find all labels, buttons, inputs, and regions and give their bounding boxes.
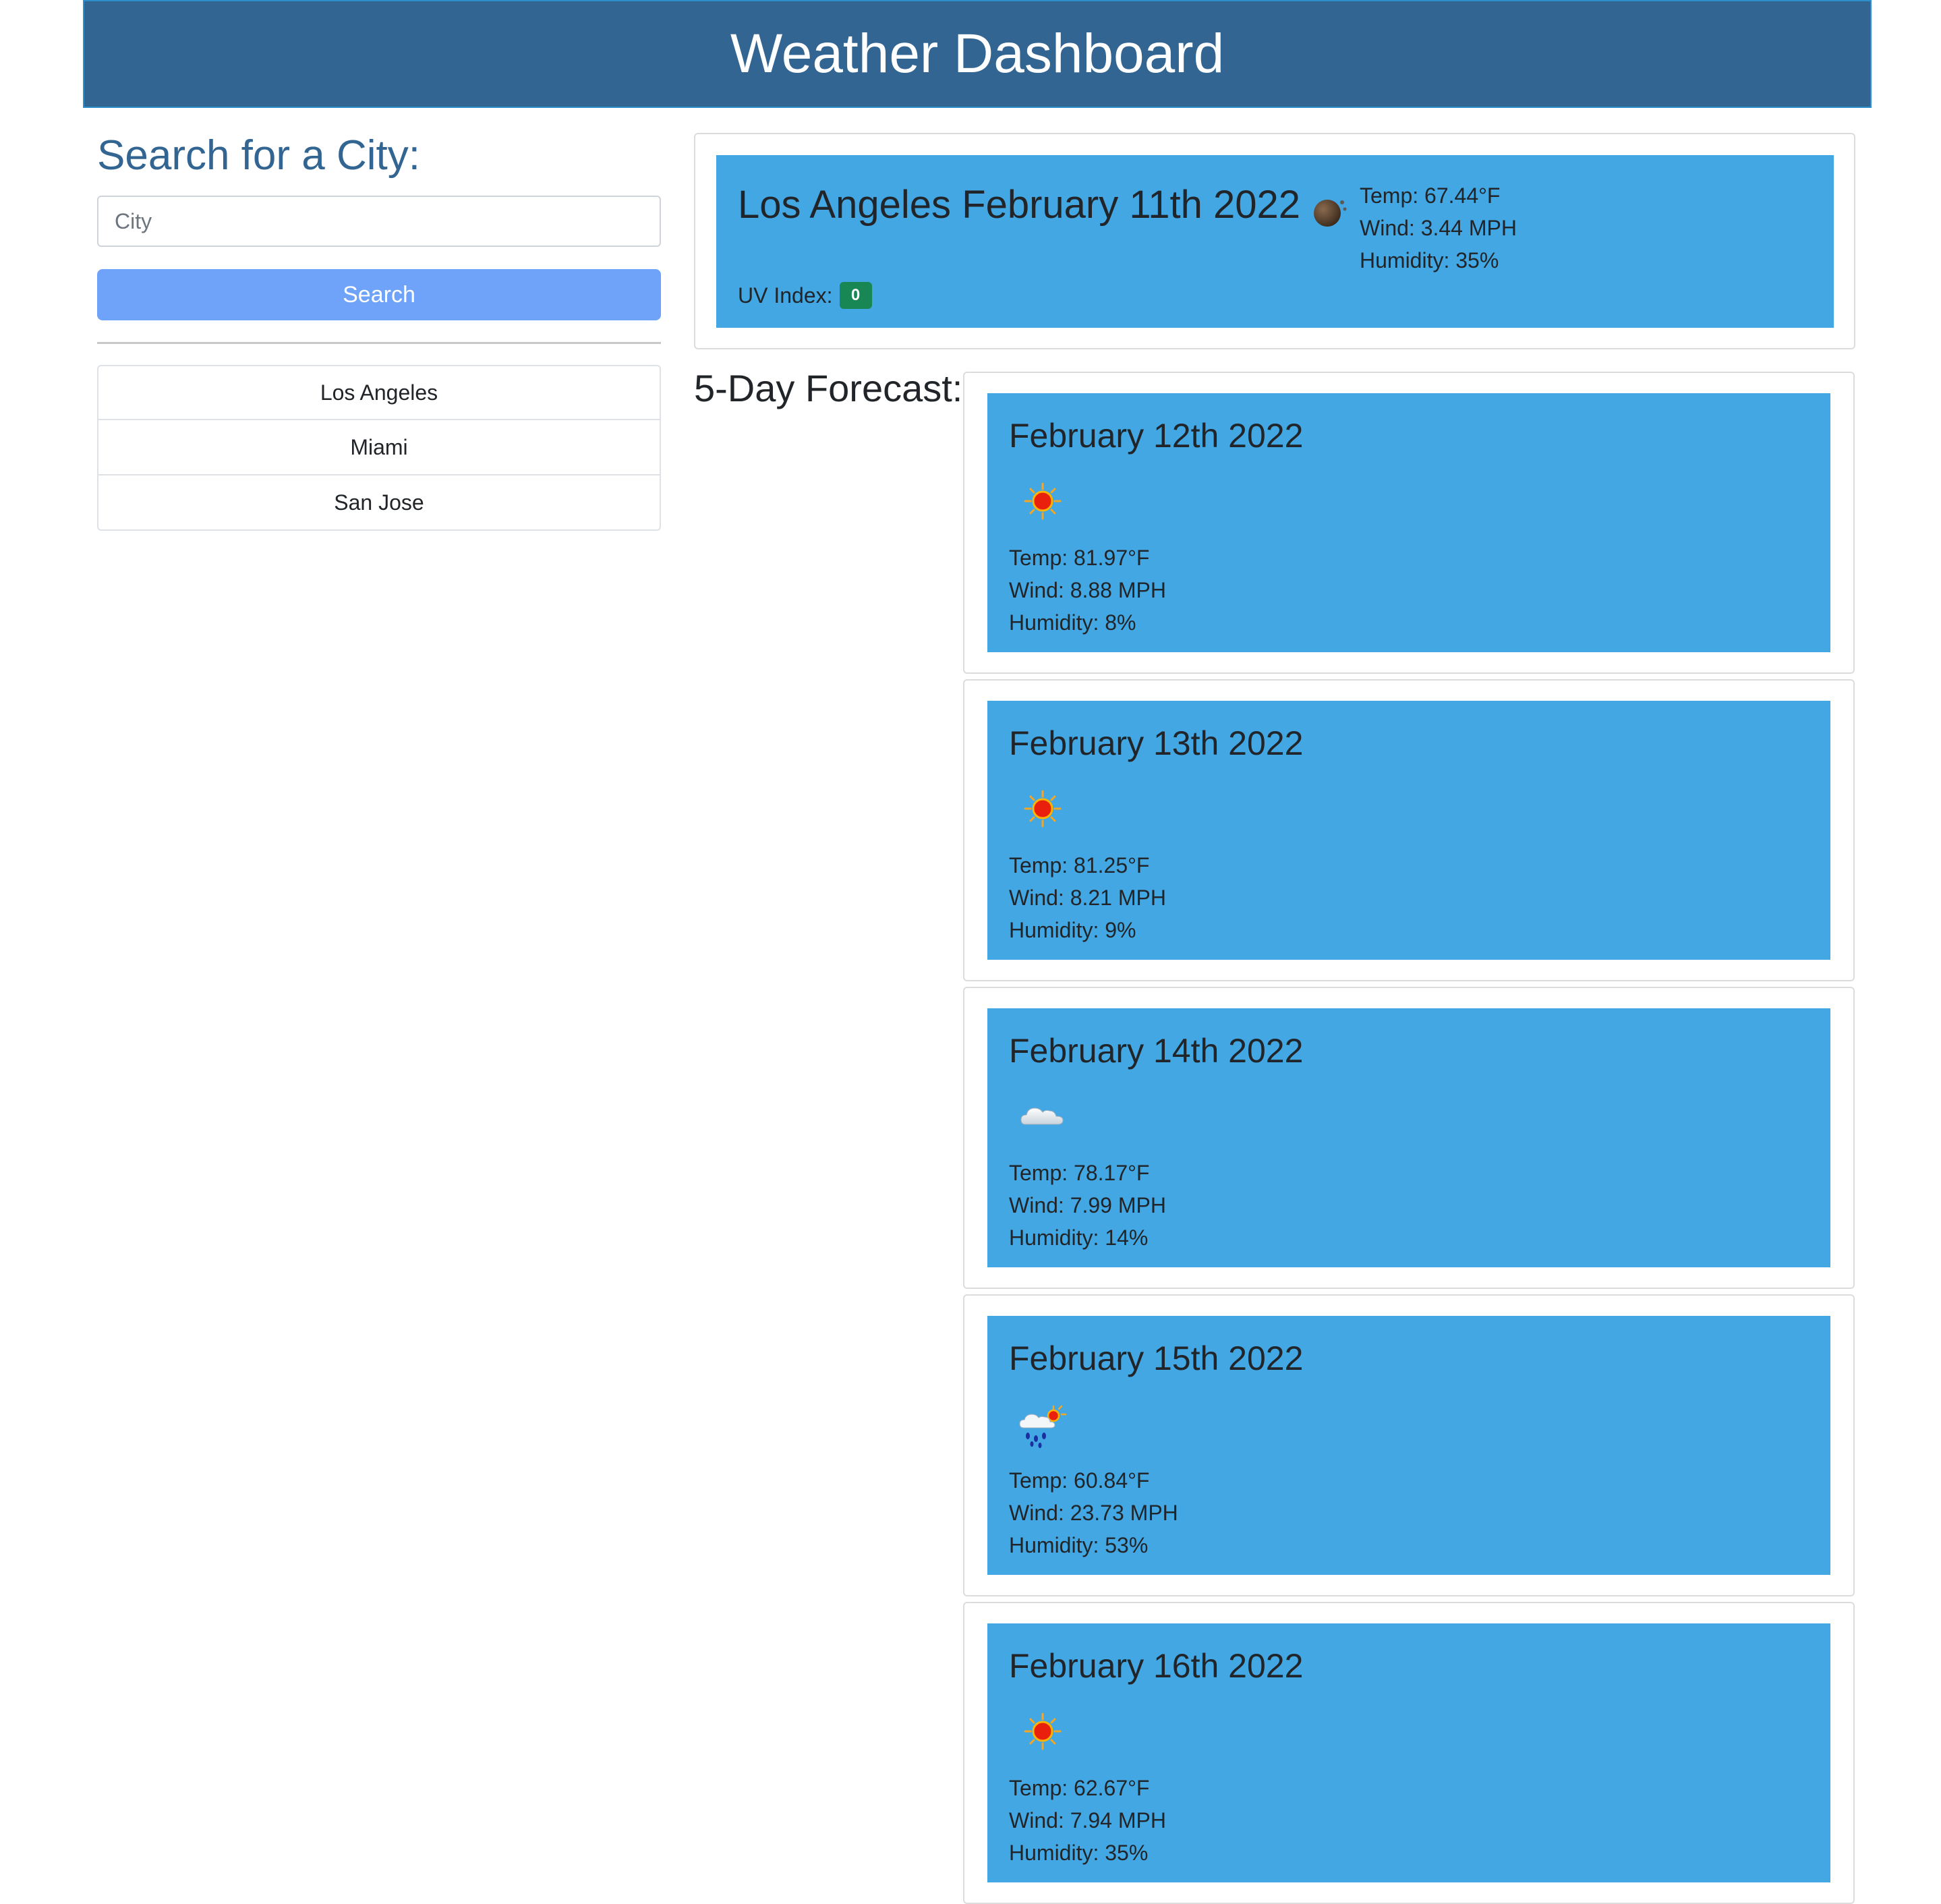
uv-index-row: UV Index: 0 <box>738 279 872 312</box>
history-item-miami[interactable]: Miami <box>97 420 661 475</box>
sun-icon <box>1024 790 1062 828</box>
forecast-day-panel: February 13th 2022 Temp: 81.25°F Wind: 8… <box>963 679 1855 981</box>
forecast-day-card: February 15th 2022 Temp: 60.84°F Wind: 2… <box>987 1316 1830 1575</box>
forecast-humidity: Humidity: 14% <box>1009 1225 1149 1250</box>
current-weather-panel: Los Angeles February 11th 2022 Temp: 67.… <box>694 133 1855 349</box>
forecast-temp: Temp: 81.97°F <box>1009 546 1150 570</box>
search-history-list: Los Angeles Miami San Jose <box>97 365 661 531</box>
divider <box>97 342 661 344</box>
history-item-los-angeles[interactable]: Los Angeles <box>97 365 661 420</box>
forecast-date: February 16th 2022 <box>1009 1647 1304 1685</box>
forecast-temp: Temp: 81.25°F <box>1009 853 1150 877</box>
forecast-date: February 13th 2022 <box>1009 724 1304 762</box>
forecast-temp: Temp: 60.84°F <box>1009 1468 1150 1493</box>
forecast-day-panel: February 14th 2022 Temp: 78.17°F Wind: 7… <box>963 987 1855 1289</box>
history-item-san-jose[interactable]: San Jose <box>97 475 661 531</box>
forecast-humidity: Humidity: 8% <box>1009 610 1136 635</box>
forecast-day-card: February 16th 2022 Temp: 62.67°F Wind: 7… <box>987 1623 1830 1882</box>
forecast-wind: Wind: 7.99 MPH <box>1009 1193 1166 1217</box>
current-stats: Temp: 67.44°F Wind: 3.44 MPH Humidity: 3… <box>1360 179 1517 277</box>
forecast-date: February 12th 2022 <box>1009 417 1304 455</box>
forecast-date: February 14th 2022 <box>1009 1032 1304 1070</box>
forecast-temp: Temp: 78.17°F <box>1009 1161 1150 1185</box>
forecast-wind: Wind: 7.94 MPH <box>1009 1808 1166 1833</box>
forecast-stats: Temp: 60.84°F Wind: 23.73 MPH Humidity: … <box>1009 1464 1178 1561</box>
forecast-wind: Wind: 8.88 MPH <box>1009 578 1166 602</box>
uv-index-badge: 0 <box>839 282 872 309</box>
forecast-day-card: February 14th 2022 Temp: 78.17°F Wind: 7… <box>987 1008 1830 1267</box>
uv-index-label: UV Index: <box>738 283 833 308</box>
sun-icon <box>1024 1712 1062 1750</box>
forecast-day-card: February 12th 2022 Temp: 81.97°F Wind: 8… <box>987 393 1830 652</box>
forecast-temp: Temp: 62.67°F <box>1009 1776 1150 1800</box>
forecast-day-panel: February 12th 2022 Temp: 81.97°F Wind: 8… <box>963 372 1855 674</box>
current-temp: Temp: 67.44°F <box>1360 183 1501 208</box>
current-city-heading: Los Angeles February 11th 2022 <box>738 183 1301 227</box>
forecast-date: February 15th 2022 <box>1009 1339 1304 1377</box>
current-weather-card: Los Angeles February 11th 2022 Temp: 67.… <box>716 155 1834 328</box>
city-search-input[interactable] <box>97 196 661 247</box>
search-title: Search for a City: <box>97 132 420 179</box>
forecast-stats: Temp: 81.25°F Wind: 8.21 MPH Humidity: 9… <box>1009 849 1166 946</box>
sun-icon <box>1024 482 1062 520</box>
forecast-stats: Temp: 78.17°F Wind: 7.99 MPH Humidity: 1… <box>1009 1157 1166 1254</box>
forecast-humidity: Humidity: 9% <box>1009 918 1136 942</box>
forecast-wind: Wind: 8.21 MPH <box>1009 886 1166 910</box>
forecast-day-panel: February 15th 2022 Temp: 60.84°F Wind: 2… <box>963 1294 1855 1596</box>
current-humidity: Humidity: 35% <box>1360 248 1499 272</box>
forecast-day-card: February 13th 2022 Temp: 81.25°F Wind: 8… <box>987 701 1830 960</box>
forecast-wind: Wind: 23.73 MPH <box>1009 1501 1178 1525</box>
app-header: Weather Dashboard <box>83 0 1872 108</box>
night-clear-icon <box>1314 200 1347 227</box>
rain-sun-icon <box>1019 1405 1067 1448</box>
forecast-day-panel: February 16th 2022 Temp: 62.67°F Wind: 7… <box>963 1602 1855 1904</box>
forecast-stats: Temp: 81.97°F Wind: 8.88 MPH Humidity: 8… <box>1009 542 1166 639</box>
forecast-title: 5-Day Forecast: <box>694 367 963 409</box>
forecast-humidity: Humidity: 53% <box>1009 1533 1149 1557</box>
forecast-humidity: Humidity: 35% <box>1009 1841 1149 1865</box>
cloud-icon <box>1020 1107 1064 1125</box>
current-wind: Wind: 3.44 MPH <box>1360 216 1517 240</box>
search-button[interactable]: Search <box>97 269 661 320</box>
forecast-stats: Temp: 62.67°F Wind: 7.94 MPH Humidity: 3… <box>1009 1772 1166 1869</box>
app-title: Weather Dashboard <box>730 23 1225 84</box>
